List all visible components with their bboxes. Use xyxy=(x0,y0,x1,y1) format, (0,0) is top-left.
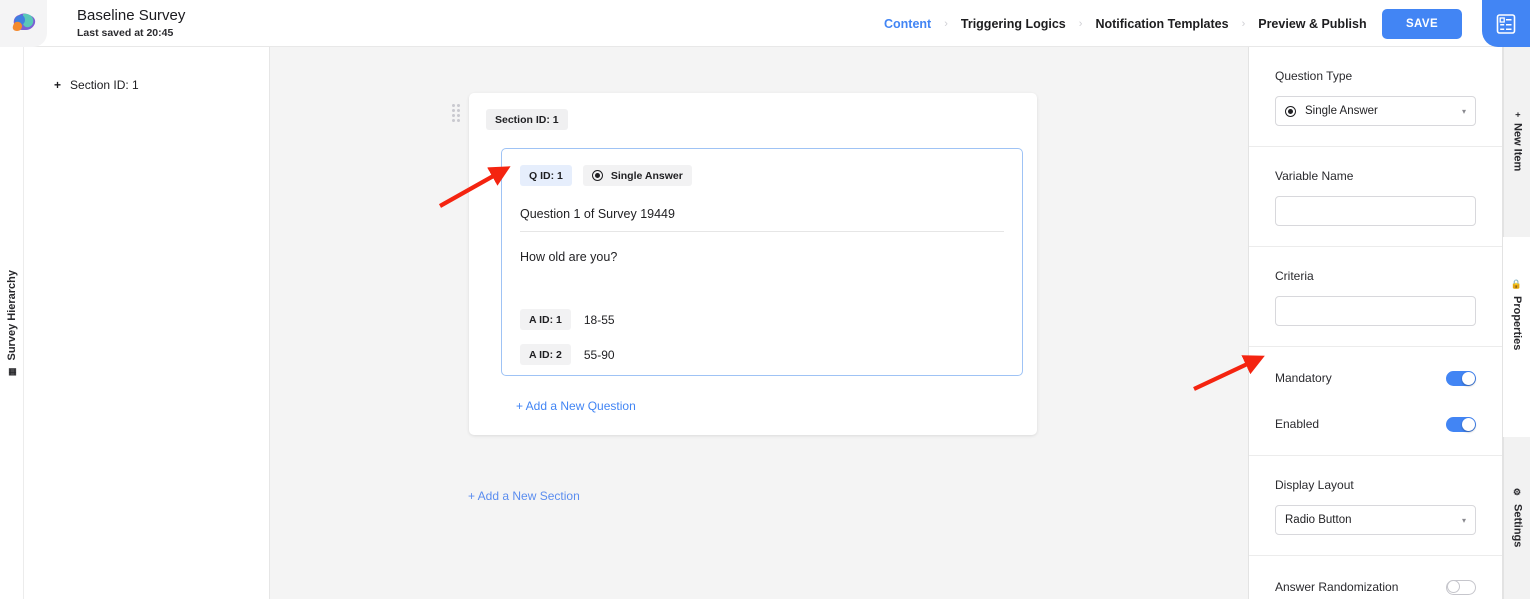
left-vertical-rail: ▦ Survey Hierarchy xyxy=(0,47,24,599)
rail-tab-new-item[interactable]: + New Item xyxy=(1503,47,1530,237)
survey-hierarchy-label: Survey Hierarchy xyxy=(5,269,18,361)
answer-label: 55-90 xyxy=(583,347,615,362)
answer-randomization-toggle[interactable] xyxy=(1446,579,1476,595)
survey-hierarchy-sidebar: + Section ID: 1 xyxy=(24,47,270,599)
nav-separator: › xyxy=(944,17,948,30)
answer-randomization-label: Answer Randomization xyxy=(1275,580,1399,594)
answer-row[interactable]: A ID: 1 18-55 xyxy=(520,309,1004,330)
question-type-chip[interactable]: Single Answer xyxy=(582,165,692,186)
radio-filled-icon xyxy=(591,170,603,181)
display-layout-select[interactable]: Radio Button ▾ xyxy=(1275,505,1476,535)
question-divider xyxy=(520,231,1004,232)
survey-canvas: Section ID: 1 Q ID: 1 Single Answer Ques… xyxy=(270,47,1248,599)
toggles-block: Mandatory Enabled xyxy=(1249,363,1502,455)
page-title: Baseline Survey xyxy=(77,6,186,24)
variable-name-input[interactable] xyxy=(1275,196,1476,226)
randomization-block: Answer Randomization xyxy=(1249,572,1502,599)
answer-label: 18-55 xyxy=(583,312,615,327)
survey-title-block: Baseline Survey Last saved at 20:45 xyxy=(77,7,185,40)
question-type-value: Single Answer xyxy=(1305,105,1378,117)
criteria-block: Criteria xyxy=(1249,247,1502,347)
answer-row[interactable]: A ID: 2 55-90 xyxy=(520,344,1004,365)
question-type-label: Question Type xyxy=(1275,69,1353,83)
app-root: Baseline Survey Last saved at 20:45 Cont… xyxy=(0,0,1530,599)
nav-item-content[interactable]: Content xyxy=(884,17,931,31)
display-layout-block: Display Layout Radio Button ▾ xyxy=(1249,456,1502,556)
section-drag-handle[interactable] xyxy=(452,104,460,125)
logo-container[interactable] xyxy=(0,0,47,47)
nav-separator: › xyxy=(1078,17,1083,30)
expand-icon[interactable]: + xyxy=(54,78,61,92)
answer-randomization-row: Answer Randomization xyxy=(1249,572,1502,599)
rail-tab-properties-label: Properties xyxy=(1511,295,1523,351)
rail-tab-properties-content: 🔒 Properties xyxy=(1511,279,1523,350)
mandatory-row: Mandatory xyxy=(1249,363,1502,393)
question-id-badge[interactable]: Q ID: 1 xyxy=(520,165,572,186)
rail-tab-settings-label: Settings xyxy=(1511,504,1524,548)
criteria-input[interactable] xyxy=(1275,296,1476,326)
enabled-row: Enabled xyxy=(1249,409,1502,439)
question-card[interactable]: Q ID: 1 Single Answer Question 1 of Surv… xyxy=(501,148,1023,376)
last-saved-label: Last saved at 20:45 xyxy=(77,26,174,39)
nav-item-notification-templates[interactable]: Notification Templates xyxy=(1095,17,1228,31)
main-nav: Content › Triggering Logics › Notificati… xyxy=(884,0,1367,47)
right-vertical-rail: + New Item 🔒 Properties ⚙ Settings xyxy=(1502,47,1530,599)
question-type-select[interactable]: Single Answer ▾ xyxy=(1275,96,1476,126)
rail-tab-settings-content: ⚙ Settings xyxy=(1512,488,1524,547)
answer-id-badge[interactable]: A ID: 2 xyxy=(520,344,571,365)
section-card: Section ID: 1 Q ID: 1 Single Answer Ques… xyxy=(469,93,1037,435)
plus-icon: + xyxy=(1513,112,1523,118)
question-name[interactable]: Question 1 of Survey 19449 xyxy=(520,207,1004,221)
nav-separator: › xyxy=(1241,17,1246,30)
criteria-label: Criteria xyxy=(1275,269,1314,283)
section-header: Section ID: 1 xyxy=(469,109,1037,130)
properties-panel: Question Type Single Answer ▾ Variable N… xyxy=(1248,47,1502,599)
form-list-icon xyxy=(1496,13,1516,34)
enabled-label: Enabled xyxy=(1275,417,1320,431)
question-text[interactable]: How old are you? xyxy=(520,250,1004,264)
app-header: Baseline Survey Last saved at 20:45 Cont… xyxy=(0,0,1530,47)
answer-list: A ID: 1 18-55 A ID: 2 55-90 xyxy=(520,309,1004,365)
tree-item-label: Section ID: 1 xyxy=(70,78,139,92)
tree-item-section-1[interactable]: + Section ID: 1 xyxy=(24,73,269,97)
answer-id-badge[interactable]: A ID: 1 xyxy=(520,309,571,330)
chevron-down-icon: ▾ xyxy=(1461,106,1466,116)
add-new-section-button[interactable]: + Add a New Section xyxy=(468,489,580,503)
question-type-chip-label: Single Answer xyxy=(610,169,683,182)
mandatory-label: Mandatory xyxy=(1275,371,1332,385)
rail-tab-settings[interactable]: ⚙ Settings xyxy=(1503,437,1530,599)
mandatory-toggle[interactable] xyxy=(1446,370,1476,386)
nav-item-preview-publish[interactable]: Preview & Publish xyxy=(1258,17,1366,31)
question-type-block: Question Type Single Answer ▾ xyxy=(1249,47,1502,147)
question-meta-row: Q ID: 1 Single Answer xyxy=(520,165,1004,186)
rail-tab-new-item-label: New Item xyxy=(1511,123,1524,172)
form-panel-toggle[interactable] xyxy=(1482,0,1530,47)
display-layout-label: Display Layout xyxy=(1275,478,1354,492)
save-button[interactable]: SAVE xyxy=(1382,9,1462,39)
chevron-down-icon: ▾ xyxy=(1461,515,1466,525)
sidebar-tab-survey-hierarchy[interactable]: ▦ Survey Hierarchy xyxy=(6,270,18,377)
rail-tab-new-item-content: + New Item xyxy=(1512,112,1524,172)
gear-icon: ⚙ xyxy=(1513,488,1523,499)
brain-logo-icon xyxy=(12,13,35,31)
variable-name-label: Variable Name xyxy=(1275,169,1354,183)
section-id-badge[interactable]: Section ID: 1 xyxy=(486,109,568,130)
nav-item-triggering-logics[interactable]: Triggering Logics xyxy=(961,17,1066,31)
enabled-toggle[interactable] xyxy=(1446,416,1476,432)
display-layout-value: Radio Button xyxy=(1285,514,1352,526)
hierarchy-icon: ▦ xyxy=(6,366,16,377)
add-new-question-button[interactable]: + Add a New Question xyxy=(516,399,636,413)
lock-icon: 🔒 xyxy=(1512,278,1523,290)
variable-name-block: Variable Name xyxy=(1249,147,1502,247)
rail-tab-properties[interactable]: 🔒 Properties xyxy=(1503,242,1530,387)
radio-filled-icon xyxy=(1285,105,1296,117)
